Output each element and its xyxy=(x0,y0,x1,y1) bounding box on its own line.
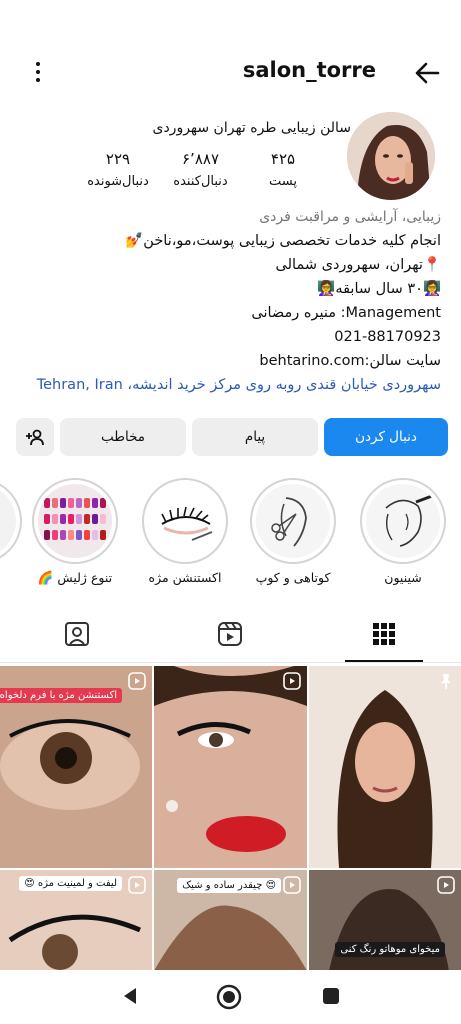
stat-posts-count: ۴۲۵ xyxy=(270,150,296,168)
post-tile[interactable]: اکستنشن مژه با فرم دلخواه شما 😍 xyxy=(0,666,152,868)
highlight-updo[interactable]: شینیون xyxy=(358,478,448,585)
highlight-label: شینیون xyxy=(384,570,422,585)
profile-username: salon_torre xyxy=(242,58,376,82)
post-tile[interactable]: لیفت و لمینیت مژه 😍 xyxy=(0,870,152,971)
highlight-label: کوتاهی و کوپ xyxy=(255,570,331,585)
nav-back-icon[interactable] xyxy=(120,986,140,1006)
eyelash-icon xyxy=(148,484,222,558)
tagged-user-icon[interactable] xyxy=(62,619,92,649)
reels-icon xyxy=(128,672,146,690)
reels-icon xyxy=(283,672,301,690)
highlight-haircut[interactable]: کوتاهی و کوپ xyxy=(248,478,338,585)
post-tile[interactable]: میخوای موهاتو رنگ کنی xyxy=(309,870,461,971)
reels-icon[interactable] xyxy=(215,619,245,649)
bio-line-experience: 👩‍🏫۳۰ سال سابقه👩‍🏫 xyxy=(317,281,441,297)
message-button[interactable]: پیام xyxy=(192,418,318,456)
nav-home-icon[interactable] xyxy=(216,984,242,1010)
profile-bio: زیبایی، آرایشی و مراقبت فردی انجام کلیه … xyxy=(11,205,441,397)
scissors-hair-icon xyxy=(256,484,330,558)
grid-icon[interactable] xyxy=(369,619,399,649)
stat-followers-label: دنبال‌کننده xyxy=(173,174,228,189)
post-caption: لیفت و لمینیت مژه 😍 xyxy=(19,876,122,891)
add-person-icon xyxy=(26,429,44,446)
stat-following[interactable]: ۲۲۹ دنبال‌شونده xyxy=(78,150,158,198)
post-grid: اکستنشن مژه با فرم دلخواه شما 😍 xyxy=(0,666,461,971)
stat-following-count: ۲۲۹ xyxy=(105,150,131,168)
reels-icon xyxy=(283,876,301,894)
highlight-lash-extension[interactable]: اکستنشن مژه xyxy=(140,478,230,585)
more-vertical-icon[interactable] xyxy=(28,60,48,86)
story-highlights: تنوع ژلیش 🌈 اکستنشن مژه کوتاهی و کوپ شین… xyxy=(0,478,461,598)
arrow-left-icon[interactable] xyxy=(411,58,441,88)
profile-avatar[interactable] xyxy=(347,112,435,200)
bio-line-services: انجام کلیه خدمات تخصصی زیبایی پوست،مو،نا… xyxy=(125,233,441,249)
post-image xyxy=(309,666,461,868)
reels-icon xyxy=(128,876,146,894)
reels-icon xyxy=(437,876,455,894)
post-tile[interactable] xyxy=(309,666,461,868)
bio-line-location: 📍تهران، سهروردی شمالی xyxy=(275,257,441,273)
post-caption: 😍 چیقدر ساده و شیک xyxy=(177,878,281,893)
bio-line-management: Management: منیره رمضانی xyxy=(251,305,441,321)
nail-swatch-icon xyxy=(38,484,112,558)
stat-posts[interactable]: ۴۲۵ پست xyxy=(243,150,323,198)
pin-icon xyxy=(441,674,451,689)
profile-actions: دنبال کردن پیام مخاطب xyxy=(14,418,448,458)
bio-line-phone[interactable]: 021-88170923 xyxy=(11,325,441,349)
follow-button[interactable]: دنبال کردن xyxy=(324,418,448,456)
profile-full-name: سالن زیبایی طره تهران سهروردی xyxy=(152,120,351,136)
highlight-label: تنوع ژلیش 🌈 xyxy=(37,570,113,585)
post-image xyxy=(154,666,307,868)
add-person-button[interactable] xyxy=(16,418,54,456)
stat-following-label: دنبال‌شونده xyxy=(87,174,149,189)
profile-content-tabs xyxy=(0,603,461,663)
highlight-gel-colors[interactable]: تنوع ژلیش 🌈 xyxy=(30,478,120,586)
stat-followers-count: ۶٬۸۸۷ xyxy=(182,150,219,168)
highlight-partial[interactable] xyxy=(0,478,24,564)
active-tab-indicator xyxy=(345,660,423,662)
bio-category: زیبایی، آرایشی و مراقبت فردی xyxy=(259,209,441,225)
bio-address-link[interactable]: سهروردی خیابان قندی روبه روی مرکز خرید ا… xyxy=(11,373,441,397)
system-navigation-bar xyxy=(0,970,461,1024)
post-caption: اکستنشن مژه با فرم دلخواه شما 😍 xyxy=(0,688,122,703)
stat-followers[interactable]: ۶٬۸۸۷ دنبال‌کننده xyxy=(161,150,241,198)
highlight-label: اکستنشن مژه xyxy=(148,570,222,585)
nav-recents-icon[interactable] xyxy=(322,987,340,1005)
post-caption: میخوای موهاتو رنگ کنی xyxy=(335,942,445,957)
bio-line-website[interactable]: سایت سالن:behtarino.com xyxy=(11,349,441,373)
post-tile[interactable] xyxy=(154,666,307,868)
stat-posts-label: پست xyxy=(269,174,297,189)
profile-stats: ۴۲۵ پست ۶٬۸۸۷ دنبال‌کننده ۲۲۹ دنبال‌شوند… xyxy=(78,150,323,198)
hair-updo-icon xyxy=(366,484,440,558)
contact-button[interactable]: مخاطب xyxy=(60,418,186,456)
post-tile[interactable]: 😍 چیقدر ساده و شیک xyxy=(154,870,307,971)
